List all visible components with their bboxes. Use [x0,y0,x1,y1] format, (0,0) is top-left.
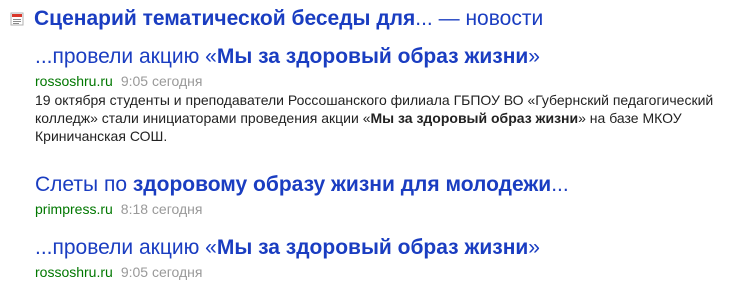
news-time: 9:05 сегодня [120,73,203,89]
news-item: ...провели акцию «Мы за здоровый образ ж… [35,44,727,145]
title-highlight: Мы за здоровый образ жизни [216,236,529,259]
news-time: 8:18 сегодня [120,201,203,217]
news-snippet: 19 октября студенты и преподаватели Росс… [35,91,725,145]
news-item-meta: rossoshru.ru 9:05 сегодня [35,72,727,90]
news-item-meta: rossoshru.ru 9:05 сегодня [35,263,727,281]
header-title-suffix: — новости [432,7,544,30]
header-title-ellipsis: ... [415,7,433,30]
news-cluster-header: Сценарий тематической беседы для... — но… [10,6,543,32]
title-suffix: ... [551,173,569,196]
snippet-highlight: Мы за здоровый образ жизни [370,110,579,126]
news-item-title-link[interactable]: Слеты по здоровому образу жизни для моло… [35,172,727,198]
news-item: Слеты по здоровому образу жизни для моло… [35,172,727,218]
news-item-title-link[interactable]: ...провели акцию «Мы за здоровый образ ж… [35,235,727,261]
header-title-bold: Сценарий тематической беседы для [34,7,416,30]
news-source-link[interactable]: rossoshru.ru [35,73,113,89]
news-source-link[interactable]: rossoshru.ru [35,264,113,280]
title-prefix: Слеты по [35,173,133,196]
news-favicon-icon [10,12,24,26]
title-suffix: » [528,236,540,259]
news-item-meta: primpress.ru 8:18 сегодня [35,200,727,218]
title-highlight: Мы за здоровый образ жизни [216,45,529,68]
news-time: 9:05 сегодня [120,264,203,280]
news-item: ...провели акцию «Мы за здоровый образ ж… [35,235,727,281]
news-cluster-title-link[interactable]: Сценарий тематической беседы для... — но… [34,6,543,32]
news-item-title-link[interactable]: ...провели акцию «Мы за здоровый образ ж… [35,44,727,70]
title-suffix: » [528,45,540,68]
title-highlight: здоровому образу жизни для молодежи [132,173,552,196]
title-prefix: ...провели акцию « [35,236,217,259]
news-source-link[interactable]: primpress.ru [35,201,113,217]
title-prefix: ...провели акцию « [35,45,217,68]
